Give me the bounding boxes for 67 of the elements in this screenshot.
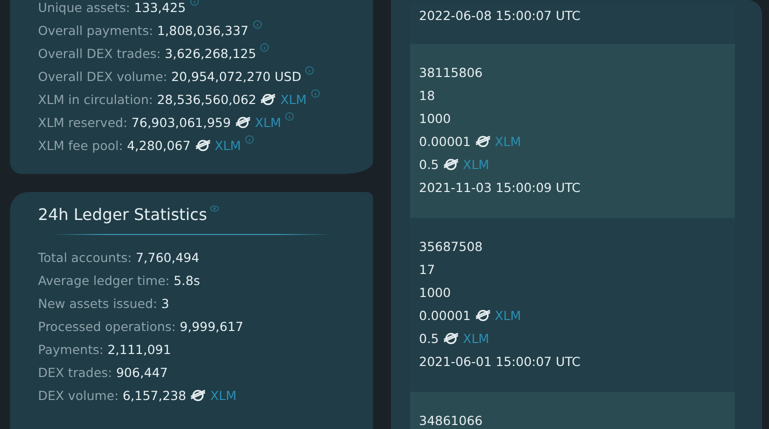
- info-icon[interactable]: [244, 135, 254, 144]
- stat-value: 2022-06-08 15:00:07 UTC: [419, 8, 581, 23]
- stat-label: Overall payments:: [38, 23, 154, 38]
- asset-link[interactable]: XLM: [254, 115, 282, 130]
- stellar-icon: [474, 135, 491, 148]
- stat-value: 1000: [419, 111, 451, 126]
- stat-value: 0.00001: [419, 134, 471, 149]
- info-icon[interactable]: [252, 20, 262, 29]
- stat-label: Payments:: [38, 342, 104, 357]
- stat-value: 38115806: [419, 65, 483, 80]
- asset-link[interactable]: XLM: [494, 308, 522, 323]
- stat-value: 2,111,091: [107, 342, 172, 357]
- stat-value: 4,280,067: [126, 138, 191, 153]
- card-title: 24h Ledger Statistics: [38, 205, 208, 224]
- stat-value: 1000: [419, 285, 451, 300]
- asset-link[interactable]: XLM: [494, 134, 522, 149]
- stat-value: 906,447: [116, 365, 168, 380]
- stat-value: 0.5: [419, 331, 439, 346]
- stat-value: 0.00001: [419, 308, 471, 323]
- stat-label: Processed operations:: [38, 319, 176, 334]
- stat-value: 18: [419, 88, 435, 103]
- stat-label: Overall DEX volume:: [38, 69, 168, 84]
- stellar-icon: [442, 332, 459, 345]
- stellar-icon: [442, 158, 459, 171]
- stat-value: 28,536,560,062: [156, 92, 256, 107]
- stat-value: 5.8s: [174, 273, 200, 288]
- asset-link[interactable]: XLM: [462, 157, 490, 172]
- stellar-icon: [474, 309, 491, 322]
- stellar-icon: [234, 116, 251, 129]
- info-icon[interactable]: [310, 89, 320, 98]
- stellar-icon: [194, 139, 211, 152]
- stat-value: 2021-06-01 15:00:07 UTC: [419, 354, 581, 369]
- stat-value: 6,157,238: [122, 388, 186, 403]
- stat-label: DEX trades:: [38, 365, 112, 380]
- stat-value: 7,760,494: [136, 250, 200, 265]
- stellar-icon: [260, 93, 276, 106]
- stat-label: Unique assets:: [38, 0, 130, 15]
- stat-value: 76,903,061,959: [131, 115, 231, 130]
- stat-value: 3: [161, 296, 170, 311]
- stat-value: 9,999,617: [180, 319, 244, 334]
- info-icon[interactable]: [305, 66, 314, 75]
- stat-label: XLM fee pool:: [38, 138, 123, 153]
- stat-label: Average ledger time:: [38, 273, 170, 288]
- stat-label: XLM reserved:: [38, 115, 128, 130]
- stat-label: Total accounts:: [38, 250, 132, 265]
- info-icon[interactable]: [285, 112, 294, 121]
- stellar-icon: [190, 389, 206, 402]
- asset-link[interactable]: XLM: [280, 92, 307, 107]
- asset-link[interactable]: XLM: [214, 138, 241, 153]
- info-icon[interactable]: [190, 0, 199, 6]
- stat-label: XLM in circulation:: [38, 92, 153, 107]
- stat-value: 1,808,036,337: [157, 23, 249, 38]
- stat-value: 17: [419, 262, 435, 277]
- stat-value: 35687508: [419, 239, 483, 254]
- info-icon[interactable]: [260, 43, 270, 52]
- stat-value: 0.5: [419, 157, 439, 172]
- asset-link[interactable]: XLM: [462, 331, 490, 346]
- eye-icon[interactable]: [210, 205, 220, 212]
- stat-label: New assets issued:: [38, 296, 158, 311]
- stat-value: 2021-11-03 15:00:09 UTC: [419, 180, 581, 195]
- stat-value: 133,425: [134, 0, 186, 15]
- stat-value: 34861066: [419, 413, 483, 428]
- stat-label: DEX volume:: [38, 388, 119, 403]
- stat-value: 20,954,072,270 USD: [171, 69, 302, 84]
- stat-value: 3,626,268,125: [164, 46, 256, 61]
- asset-link[interactable]: XLM: [210, 388, 237, 403]
- stat-label: Overall DEX trades:: [38, 46, 161, 61]
